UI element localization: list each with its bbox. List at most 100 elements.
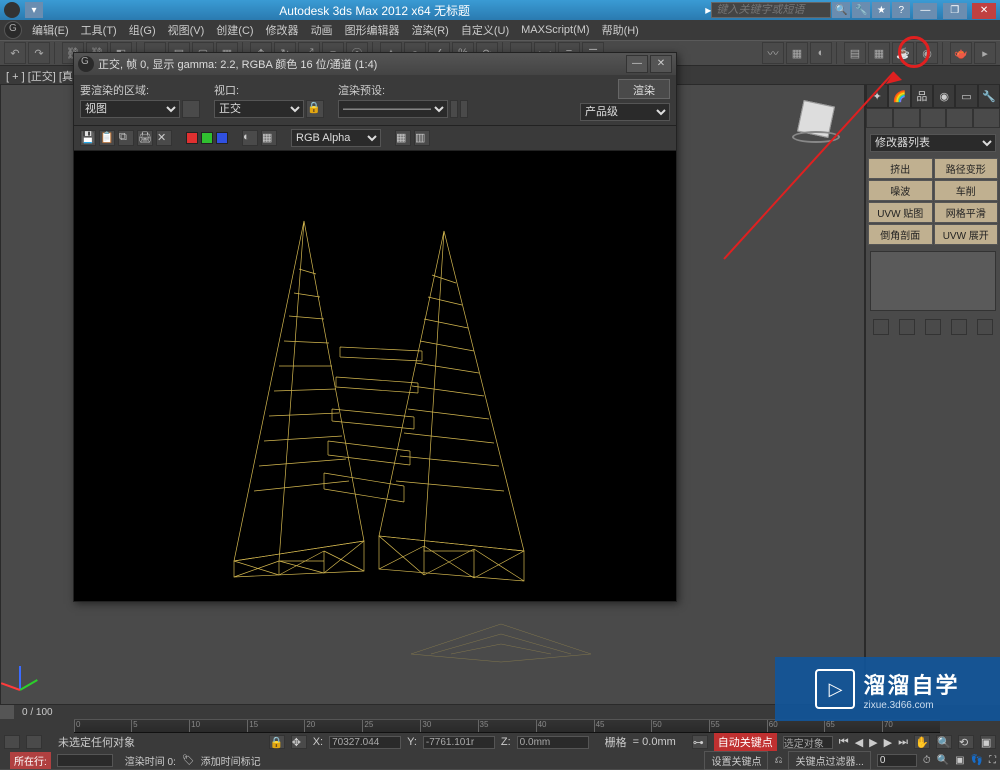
nav-zoom2-icon[interactable]: 🔍 [937, 755, 949, 766]
tab-create-icon[interactable]: ✦ [866, 84, 888, 108]
star-icon[interactable]: ★ [872, 2, 890, 18]
channel-red-icon[interactable] [186, 132, 198, 144]
nav-zoom-icon[interactable]: 🔍 [936, 735, 952, 749]
selected-objects-field[interactable] [783, 736, 833, 749]
render-titlebar[interactable]: 正交, 帧 0, 显示 gamma: 2.2, RGBA 颜色 16 位/通道 … [74, 53, 676, 75]
channel-select[interactable]: RGB Alpha [291, 129, 381, 147]
alpha-icon[interactable]: ◐ [242, 130, 258, 146]
modifier-stack[interactable] [870, 251, 996, 311]
render-button[interactable]: 渲染 [618, 79, 670, 99]
redo-icon[interactable]: ↷ [28, 42, 50, 64]
mod-uvwunwrap[interactable]: UVW 展开 [934, 224, 999, 245]
remove-mod-icon[interactable] [951, 319, 967, 335]
mod-meshsmooth[interactable]: 网格平滑 [934, 202, 999, 223]
tab-display-icon[interactable]: ▭ [955, 84, 977, 108]
time-ruler[interactable]: 0 5 10 15 20 25 30 35 40 45 50 55 60 65 … [74, 719, 940, 733]
print-icon[interactable]: 🖨 [137, 130, 153, 146]
key-mode-icon[interactable]: ⎌ [774, 755, 782, 766]
nav-max2-icon[interactable]: ⛶ [989, 755, 996, 766]
nav-max-icon[interactable]: ▣ [980, 735, 996, 749]
schematic-icon[interactable]: ▦ [786, 42, 808, 64]
environment-icon[interactable] [460, 100, 468, 118]
nav-fov-icon[interactable]: ▣ [955, 755, 964, 766]
menu-tools[interactable]: 工具(T) [75, 20, 123, 40]
help-icon[interactable]: ? [892, 2, 910, 18]
tab-hierarchy-icon[interactable]: 品 [911, 84, 933, 108]
next-frame-icon[interactable]: ▶ [884, 736, 892, 749]
toggle-ui-icon[interactable]: ▥ [414, 130, 430, 146]
wrench-icon[interactable]: 🔧 [852, 2, 870, 18]
menu-customize[interactable]: 自定义(U) [455, 20, 515, 40]
frame-slider[interactable] [0, 705, 14, 719]
tab-utilities-icon[interactable]: 🔧 [978, 84, 1000, 108]
copy-image-icon[interactable]: 📋 [99, 130, 115, 146]
app-menu-icon[interactable] [4, 21, 22, 39]
restore-button[interactable]: ❐ [943, 3, 967, 19]
production-select[interactable]: 产品级 [580, 103, 670, 121]
abs-rel-icon[interactable]: ✥ [291, 735, 307, 749]
area-to-render-select[interactable]: 视图 [80, 100, 180, 118]
undo-icon[interactable]: ↶ [4, 42, 26, 64]
menu-create[interactable]: 创建(C) [210, 20, 259, 40]
menu-help[interactable]: 帮助(H) [596, 20, 645, 40]
viewport-label[interactable]: [ + ] [正交] [真 [6, 71, 73, 83]
autokey-button[interactable]: 自动关键点 [714, 733, 777, 751]
z-coord-input[interactable] [517, 736, 589, 749]
viewcube[interactable] [792, 97, 840, 145]
lock-viewport-icon[interactable]: 🔒 [306, 100, 324, 118]
render-production-icon[interactable]: ☕ [892, 42, 914, 64]
search-icon[interactable]: 🔍 [832, 2, 850, 18]
tab-modify-icon[interactable]: 🌈 [888, 84, 910, 108]
prev-frame-icon[interactable]: ◀ [855, 736, 863, 749]
render-min-button[interactable]: — [626, 55, 648, 73]
nav-orbit-icon[interactable]: ⟲ [958, 735, 974, 749]
y-coord-input[interactable] [423, 736, 495, 749]
render-preset-select[interactable]: ———————— [338, 100, 448, 118]
mod-noise[interactable]: 噪波 [868, 180, 933, 201]
toggle-overlay-icon[interactable]: ▦ [395, 130, 411, 146]
time-tag-icon[interactable]: 🏷 [182, 755, 195, 766]
mod-pathdeform[interactable]: 路径变形 [934, 158, 999, 179]
nav-walk-icon[interactable]: 👣 [971, 755, 983, 766]
mod-bevelprofile[interactable]: 倒角剖面 [868, 224, 933, 245]
render-last-icon[interactable]: ▸ [974, 42, 996, 64]
x-coord-input[interactable] [329, 736, 401, 749]
material-editor-icon[interactable]: ◐ [810, 42, 832, 64]
tab-motion-icon[interactable]: ◉ [933, 84, 955, 108]
render-frame-icon[interactable]: ▦ [868, 42, 890, 64]
lock-selection-icon[interactable]: 🔒 [269, 735, 285, 749]
menu-group[interactable]: 组(G) [123, 20, 162, 40]
configure-icon[interactable] [977, 319, 993, 335]
toggle-trackbar-icon[interactable] [26, 735, 42, 749]
menu-edit[interactable]: 编辑(E) [26, 20, 75, 40]
channel-blue-icon[interactable] [216, 132, 228, 144]
play-icon[interactable]: ▶ [869, 736, 877, 749]
viewport-select[interactable]: 正交 [214, 100, 304, 118]
menu-rendering[interactable]: 渲染(R) [406, 20, 455, 40]
goto-start-icon[interactable]: ⏮ [839, 736, 849, 749]
mod-extrude[interactable]: 挤出 [868, 158, 933, 179]
show-end-icon[interactable] [899, 319, 915, 335]
minimize-button[interactable]: — [913, 3, 937, 19]
menu-maxscript[interactable]: MAXScript(M) [515, 22, 595, 38]
key-filters-button[interactable]: 关键点过滤器... [788, 751, 870, 770]
time-config-icon[interactable]: ⏱ [923, 755, 931, 766]
script-input[interactable] [57, 754, 113, 767]
search-input[interactable] [711, 2, 831, 18]
curve-editor-icon[interactable]: 〰 [762, 42, 784, 64]
cp-subtab-4[interactable] [946, 108, 973, 128]
goto-end-icon[interactable]: ⏭ [898, 736, 908, 749]
menu-graph-editors[interactable]: 图形编辑器 [339, 20, 406, 40]
render-setup-icon[interactable] [450, 100, 458, 118]
clone-frame-icon[interactable]: ⧉ [118, 130, 134, 146]
pin-stack-icon[interactable] [873, 319, 889, 335]
edit-region-icon[interactable] [182, 100, 200, 118]
mod-uvwmap[interactable]: UVW 贴图 [868, 202, 933, 223]
set-key-button[interactable]: 设置关键点 [704, 751, 768, 770]
render-setup-icon[interactable]: ▤ [844, 42, 866, 64]
render-iterative-icon[interactable]: ◉ [916, 42, 938, 64]
cp-subtab-2[interactable] [893, 108, 920, 128]
clear-icon[interactable]: ✕ [156, 130, 172, 146]
cp-subtab-3[interactable] [920, 108, 947, 128]
mod-lathe[interactable]: 车削 [934, 180, 999, 201]
